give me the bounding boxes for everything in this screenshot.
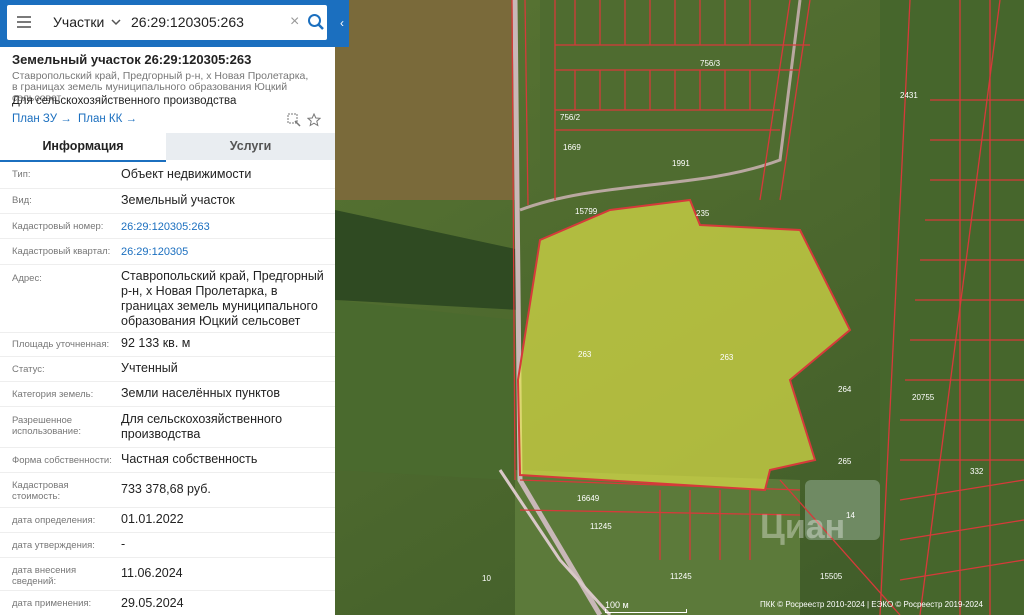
svg-text:15799: 15799 [575,207,598,216]
search-category[interactable]: Участки [53,14,104,30]
svg-text:265: 265 [838,457,852,466]
info-label: Кадастровый номер: [12,221,104,232]
info-row: Вид: Земельный участок [0,188,335,214]
info-label: дата определения: [12,515,96,526]
info-row: Кадастровый номер: 26:29:120305:263 [0,213,335,239]
tab-info[interactable]: Информация [0,133,166,162]
watermark: Циан [760,508,846,546]
info-label: Кадастровая стоимость: [12,480,69,502]
svg-text:1991: 1991 [672,159,690,168]
page-title: Земельный участок 26:29:120305:263 [12,52,252,67]
info-label: дата применения: [12,598,92,609]
plan-zu-link[interactable]: План ЗУ → [12,113,72,125]
info-row: дата определения: 01.01.2022 [0,507,335,533]
search-bar: Участки 26:29:120305:263 × [0,0,335,47]
info-panel: Участки 26:29:120305:263 × Земельный уча… [0,0,335,615]
menu-icon[interactable] [17,16,31,28]
svg-text:15505: 15505 [820,572,843,581]
info-label: Разрешенное использование: [12,415,82,437]
info-label: Кадастровый квартал: [12,246,111,257]
cadastral-number-link[interactable]: 26:29:120305:263 [121,220,331,235]
search-icon[interactable] [307,13,325,31]
info-value: Частная собственность [121,452,258,466]
svg-text:16649: 16649 [577,494,600,503]
info-value: 11.06.2024 [121,566,183,580]
info-value: Ставропольский край, Предгорный р-н, х Н… [121,269,324,328]
info-label: Площадь уточненная: [12,339,110,350]
info-row: дата утверждения: - [0,532,335,558]
plan-kk-link[interactable]: План КК → [78,113,137,125]
svg-text:235: 235 [696,209,710,218]
purpose-text: Для сельскохозяйственного производства [12,95,237,107]
highlighted-parcel [516,198,852,492]
info-row: Адрес: Ставропольский край, Предгорный р… [0,264,335,333]
info-row: Статус: Учтенный [0,356,335,382]
info-value: Земельный участок [121,193,235,207]
arrow-right-icon: → [60,113,72,125]
svg-text:264: 264 [838,385,852,394]
info-value: Земли населённых пунктов [121,386,280,400]
info-label: Тип: [12,169,31,180]
tab-services[interactable]: Услуги [166,133,335,160]
svg-text:11245: 11245 [670,572,692,581]
info-value: - [121,537,126,551]
search-box[interactable]: Участки 26:29:120305:263 × [7,5,327,40]
svg-text:1669: 1669 [563,143,581,152]
info-label: дата внесения сведений: [12,565,77,587]
info-value: 92 133 кв. м [121,336,191,350]
svg-text:332: 332 [970,467,984,476]
info-value: Учтенный [121,361,178,375]
svg-text:2431: 2431 [900,91,918,100]
info-label: дата утверждения: [12,540,95,551]
info-row: Площадь уточненная: 92 133 кв. м [0,332,335,357]
svg-text:14: 14 [846,511,855,520]
svg-text:263: 263 [720,353,734,362]
scale-bar [605,609,687,613]
info-row: дата внесения сведений: 11.06.2024 [0,557,335,591]
star-icon[interactable] [307,113,321,127]
svg-text:756/2: 756/2 [560,113,581,122]
info-label: Вид: [12,195,32,206]
info-value: Для сельскохозяйственного производства [121,412,283,441]
chevron-down-icon[interactable] [111,17,121,27]
svg-text:11245: 11245 [590,522,612,531]
svg-text:263: 263 [578,350,592,359]
copyright: ПКК © Росреестр 2010-2024 | ЕЭКО © Росре… [760,600,983,609]
cadastral-quarter-link[interactable]: 26:29:120305 [121,245,331,260]
info-label: Статус: [12,364,45,375]
info-row: Разрешенное использование: Для сельскохо… [0,406,335,448]
close-icon[interactable]: × [290,13,299,31]
info-label: Адрес: [12,273,42,284]
search-input[interactable]: 26:29:120305:263 [131,14,244,30]
collapse-panel-button[interactable]: ‹ [335,0,349,47]
select-area-icon[interactable] [287,113,301,127]
info-row: Форма собственности: Частная собственнос… [0,447,335,473]
info-label: Категория земель: [12,389,94,400]
svg-text:756/3: 756/3 [700,59,721,68]
svg-text:20755: 20755 [912,393,935,402]
info-value: 01.01.2022 [121,512,184,526]
arrow-right-icon: → [125,113,138,125]
info-row: дата применения: 29.05.2024 [0,590,335,615]
info-label: Форма собственности: [12,455,112,466]
info-row: Категория земель: Земли населённых пункт… [0,381,335,407]
info-value: Объект недвижимости [121,167,252,181]
tabs: Информация Услуги [0,133,335,162]
info-row: Кадастровая стоимость: 733 378,68 руб. [0,472,335,508]
info-value: 29.05.2024 [121,596,184,610]
info-row: Кадастровый квартал: 26:29:120305 [0,238,335,265]
info-row: Тип: Объект недвижимости [0,163,335,189]
svg-text:10: 10 [482,574,491,583]
info-value: 733 378,68 руб. [121,482,211,496]
